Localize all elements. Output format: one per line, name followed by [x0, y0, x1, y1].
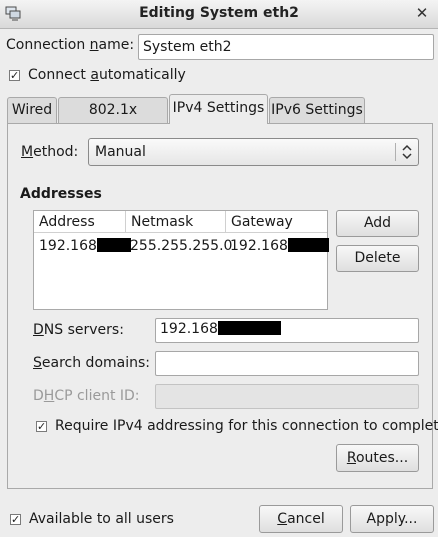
column-header-gateway[interactable]: Gateway [226, 211, 327, 233]
chevron-up-down-icon [402, 144, 412, 160]
dhcp-client-id-label: DHCP client ID: [33, 388, 140, 404]
dhcp-client-id-input [155, 384, 419, 409]
gateway-value: 192.168 [230, 238, 288, 254]
address-value: 192.168 [39, 238, 97, 254]
column-header-netmask[interactable]: Netmask [126, 211, 226, 233]
close-icon[interactable]: ✕ [412, 3, 432, 23]
gateway-cell: 192.168 [230, 238, 329, 258]
cancel-button[interactable]: Cancel [259, 505, 343, 533]
available-to-all-users-checkbox[interactable]: ✓ [10, 514, 21, 525]
method-value: Manual [95, 144, 146, 160]
column-header-address[interactable]: Address [34, 211, 126, 233]
cancel-button-label: Cancel [277, 511, 325, 527]
method-select[interactable]: Manual [88, 138, 419, 166]
tab-ipv4-settings[interactable]: IPv4 Settings [169, 94, 268, 124]
dns-servers-label: DNS servers: [33, 322, 124, 338]
tab-ipv6-settings[interactable]: IPv6 Settings [269, 97, 365, 123]
add-button[interactable]: Add [336, 210, 419, 237]
window-title: Editing System eth2 [139, 5, 299, 21]
delete-button[interactable]: Delete [336, 245, 419, 272]
routes-button[interactable]: Routes... [336, 444, 419, 472]
dns-servers-value: 192.168 [160, 321, 218, 337]
address-cell: 192.168 [39, 238, 131, 258]
connection-name-label: Connection name: [6, 37, 135, 53]
dns-servers-input[interactable]: 192.168 [155, 318, 419, 343]
connect-automatically-label[interactable]: Connect automatically [28, 67, 186, 83]
tab-802-1x-security[interactable]: 802.1x Security [58, 97, 168, 142]
search-domains-label: Search domains: [33, 355, 150, 371]
delete-button-label: Delete [354, 250, 401, 266]
title-bar: Editing System eth2 ✕ [0, 0, 438, 29]
connect-automatically-checkbox[interactable]: ✓ [9, 70, 20, 81]
method-label: Method: [21, 144, 79, 160]
addresses-table[interactable]: Address Netmask Gateway 192.168 255.255.… [33, 210, 329, 310]
tab-wired[interactable]: Wired [7, 97, 57, 123]
apply-button-label: Apply... [366, 511, 418, 527]
apply-button[interactable]: Apply... [350, 505, 434, 533]
tab-wired-label: Wired [11, 102, 53, 118]
routes-button-label: Routes... [346, 450, 409, 466]
search-domains-input[interactable] [155, 351, 419, 376]
require-ipv4-label[interactable]: Require IPv4 addressing for this connect… [55, 418, 438, 434]
redaction [217, 321, 281, 335]
tab-ipv6-settings-label: IPv6 Settings [271, 102, 363, 118]
addresses-heading: Addresses [20, 186, 102, 202]
available-to-all-users-label[interactable]: Available to all users [29, 511, 174, 527]
add-button-label: Add [363, 215, 392, 231]
netmask-cell: 255.255.255.0 [130, 238, 233, 254]
connection-name-input[interactable] [138, 34, 434, 60]
require-ipv4-checkbox[interactable]: ✓ [36, 421, 47, 432]
redaction [287, 238, 329, 252]
tab-ipv4-settings-label: IPv4 Settings [172, 100, 265, 116]
redaction [96, 238, 131, 252]
